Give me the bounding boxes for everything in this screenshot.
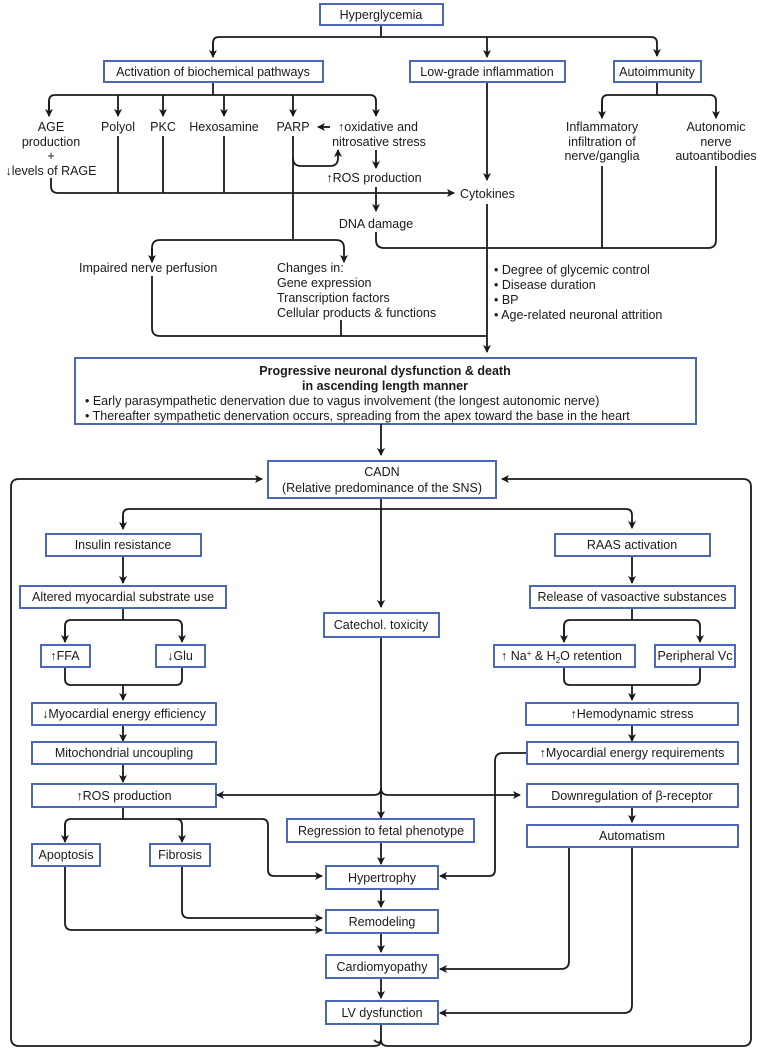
svg-text:Altered myocardial substrate u: Altered myocardial substrate use: [32, 590, 214, 604]
oxidative-stress-label: ↑oxidative and nitrosative stress: [332, 120, 426, 149]
svg-text:Gene expression: Gene expression: [277, 276, 372, 290]
svg-text:↑Myocardial energy requirement: ↑Myocardial energy requirements: [540, 746, 725, 760]
svg-text:in ascending length manner: in ascending length manner: [302, 379, 468, 393]
svg-text:Peripheral Vc: Peripheral Vc: [657, 649, 732, 663]
svg-text:Insulin resistance: Insulin resistance: [75, 538, 172, 552]
svg-text:• Age-related neuronal attriti: • Age-related neuronal attrition: [494, 308, 662, 322]
ffa-node[interactable]: ↑FFA: [40, 644, 91, 668]
svg-text:AGE: AGE: [38, 120, 64, 134]
svg-text:↑Hemodynamic stress: ↑Hemodynamic stress: [571, 707, 694, 721]
catechol-toxicity-node[interactable]: Catechol. toxicity: [323, 612, 440, 638]
svg-text:Catechol. toxicity: Catechol. toxicity: [334, 618, 429, 632]
glu-node[interactable]: ↓Glu: [155, 644, 206, 668]
svg-text:Hypertrophy: Hypertrophy: [348, 871, 417, 885]
svg-text:Downregulation of β-receptor: Downregulation of β-receptor: [551, 789, 712, 803]
regression-node[interactable]: Regression to fetal phenotype: [286, 818, 475, 843]
parp-label: PARP: [276, 120, 309, 134]
svg-text:↑FFA: ↑FFA: [50, 649, 80, 663]
svg-text:nerve: nerve: [700, 135, 731, 149]
fibrosis-node[interactable]: Fibrosis: [149, 843, 211, 867]
lv-dysfunction-node[interactable]: LV dysfunction: [325, 1000, 439, 1025]
svg-text:Autonomic: Autonomic: [686, 120, 745, 134]
substrate-use-node[interactable]: Altered myocardial substrate use: [19, 585, 227, 609]
svg-text:Remodeling: Remodeling: [349, 915, 416, 929]
progressive-dysfunction-node[interactable]: Progressive neuronal dysfunction & death…: [74, 357, 697, 425]
energy-efficiency-node[interactable]: ↓Myocardial energy efficiency: [31, 702, 217, 726]
flowchart: Hyperglycemia Activation of biochemical …: [5, 3, 757, 1047]
svg-text:• Disease duration: • Disease duration: [494, 278, 596, 292]
svg-text:infiltration of: infiltration of: [568, 135, 636, 149]
sodium-water-retention-node[interactable]: ↑ Na+ & H2O retention: [493, 644, 636, 668]
svg-text:nitrosative stress: nitrosative stress: [332, 135, 426, 149]
svg-text:(Relative predominance of the: (Relative predominance of the SNS): [282, 481, 482, 495]
svg-text:Activation of biochemical path: Activation of biochemical pathways: [116, 65, 310, 79]
svg-text:↑oxidative and: ↑oxidative and: [338, 120, 418, 134]
ros-production-node[interactable]: ↑ROS production: [31, 783, 217, 808]
svg-text:Mitochondrial uncoupling: Mitochondrial uncoupling: [55, 746, 193, 760]
cadn-node[interactable]: CADN (Relative predominance of the SNS): [267, 460, 497, 499]
infiltration-label: Inflammatory infiltration of nerve/gangl…: [564, 120, 639, 163]
svg-text:Automatism: Automatism: [599, 829, 665, 843]
perfusion-label: Impaired nerve perfusion: [79, 261, 217, 275]
ros-label-top: ↑ROS production: [326, 171, 421, 185]
vasoactive-node[interactable]: Release of vasoactive substances: [529, 585, 736, 609]
svg-text:Cardiomyopathy: Cardiomyopathy: [336, 960, 428, 974]
cardiomyopathy-node[interactable]: Cardiomyopathy: [325, 954, 439, 979]
svg-text:Transcription factors: Transcription factors: [277, 291, 390, 305]
svg-text:production: production: [22, 135, 80, 149]
raas-node[interactable]: RAAS activation: [554, 533, 711, 557]
peripheral-vc-node[interactable]: Peripheral Vc: [654, 644, 736, 668]
biochemical-node[interactable]: Activation of biochemical pathways: [103, 60, 324, 83]
hyperglycemia-node[interactable]: Hyperglycemia: [319, 3, 444, 26]
svg-text:↑ROS production: ↑ROS production: [76, 789, 171, 803]
energy-requirements-node[interactable]: ↑Myocardial energy requirements: [526, 741, 739, 765]
hemodynamic-stress-node[interactable]: ↑Hemodynamic stress: [525, 702, 739, 726]
svg-text:Inflammatory: Inflammatory: [566, 120, 639, 134]
svg-text:• Early parasympathetic denerv: • Early parasympathetic denervation due …: [85, 394, 599, 408]
apoptosis-node[interactable]: Apoptosis: [31, 843, 101, 867]
svg-text:↓levels of RAGE: ↓levels of RAGE: [5, 164, 96, 178]
svg-text:Release of vasoactive substanc: Release of vasoactive substances: [538, 590, 727, 604]
svg-text:• Thereafter sympathetic dener: • Thereafter sympathetic denervation occ…: [85, 409, 630, 423]
connectors-bottom: [10, 424, 752, 1047]
svg-text:+: +: [47, 149, 54, 163]
svg-text:nerve/ganglia: nerve/ganglia: [564, 149, 639, 163]
insulin-resistance-node[interactable]: Insulin resistance: [45, 533, 202, 557]
autoantibodies-label: Autonomic nerve autoantibodies: [675, 120, 756, 163]
changes-label: Changes in: Gene expression Transcriptio…: [277, 261, 436, 320]
inflammation-node[interactable]: Low-grade inflammation: [409, 60, 566, 83]
svg-text:Fibrosis: Fibrosis: [158, 848, 202, 862]
svg-text:↑ Na+ & H2O retention: ↑ Na+ & H2O retention: [501, 649, 622, 665]
svg-text:Autoimmunity: Autoimmunity: [619, 65, 695, 79]
cytokines-label: Cytokines: [460, 187, 515, 201]
pkc-label: PKC: [150, 120, 176, 134]
automatism-node[interactable]: Automatism: [526, 824, 739, 848]
svg-text:• BP: • BP: [494, 293, 519, 307]
svg-text:Changes in:: Changes in:: [277, 261, 344, 275]
svg-text:Apoptosis: Apoptosis: [39, 848, 94, 862]
dna-damage-label: DNA damage: [339, 217, 413, 231]
hexosamine-label: Hexosamine: [189, 120, 259, 134]
beta-receptor-node[interactable]: Downregulation of β-receptor: [526, 783, 739, 808]
svg-text:Progressive neuronal dysfuncti: Progressive neuronal dysfunction & death: [259, 364, 510, 378]
risk-factors-list: • Degree of glycemic control • Disease d…: [494, 263, 662, 322]
svg-text:Hyperglycemia: Hyperglycemia: [340, 8, 423, 22]
svg-text:LV dysfunction: LV dysfunction: [341, 1006, 422, 1020]
svg-text:Regression to fetal phenotype: Regression to fetal phenotype: [298, 824, 464, 838]
autoimmunity-node[interactable]: Autoimmunity: [613, 60, 702, 83]
svg-text:Low-grade inflammation: Low-grade inflammation: [420, 65, 553, 79]
svg-text:RAAS activation: RAAS activation: [587, 538, 677, 552]
svg-text:↓Myocardial energy efficiency: ↓Myocardial energy efficiency: [42, 707, 206, 721]
svg-text:• Degree of glycemic control: • Degree of glycemic control: [494, 263, 650, 277]
svg-text:CADN: CADN: [364, 465, 399, 479]
age-label: AGE production + ↓levels of RAGE: [5, 120, 96, 178]
svg-text:autoantibodies: autoantibodies: [675, 149, 756, 163]
polyol-label: Polyol: [101, 120, 135, 134]
svg-text:↓Glu: ↓Glu: [167, 649, 193, 663]
hypertrophy-node[interactable]: Hypertrophy: [325, 865, 439, 890]
mitochondrial-node[interactable]: Mitochondrial uncoupling: [31, 741, 217, 765]
svg-text:Cellular products & functions: Cellular products & functions: [277, 306, 436, 320]
remodeling-node[interactable]: Remodeling: [325, 909, 439, 934]
